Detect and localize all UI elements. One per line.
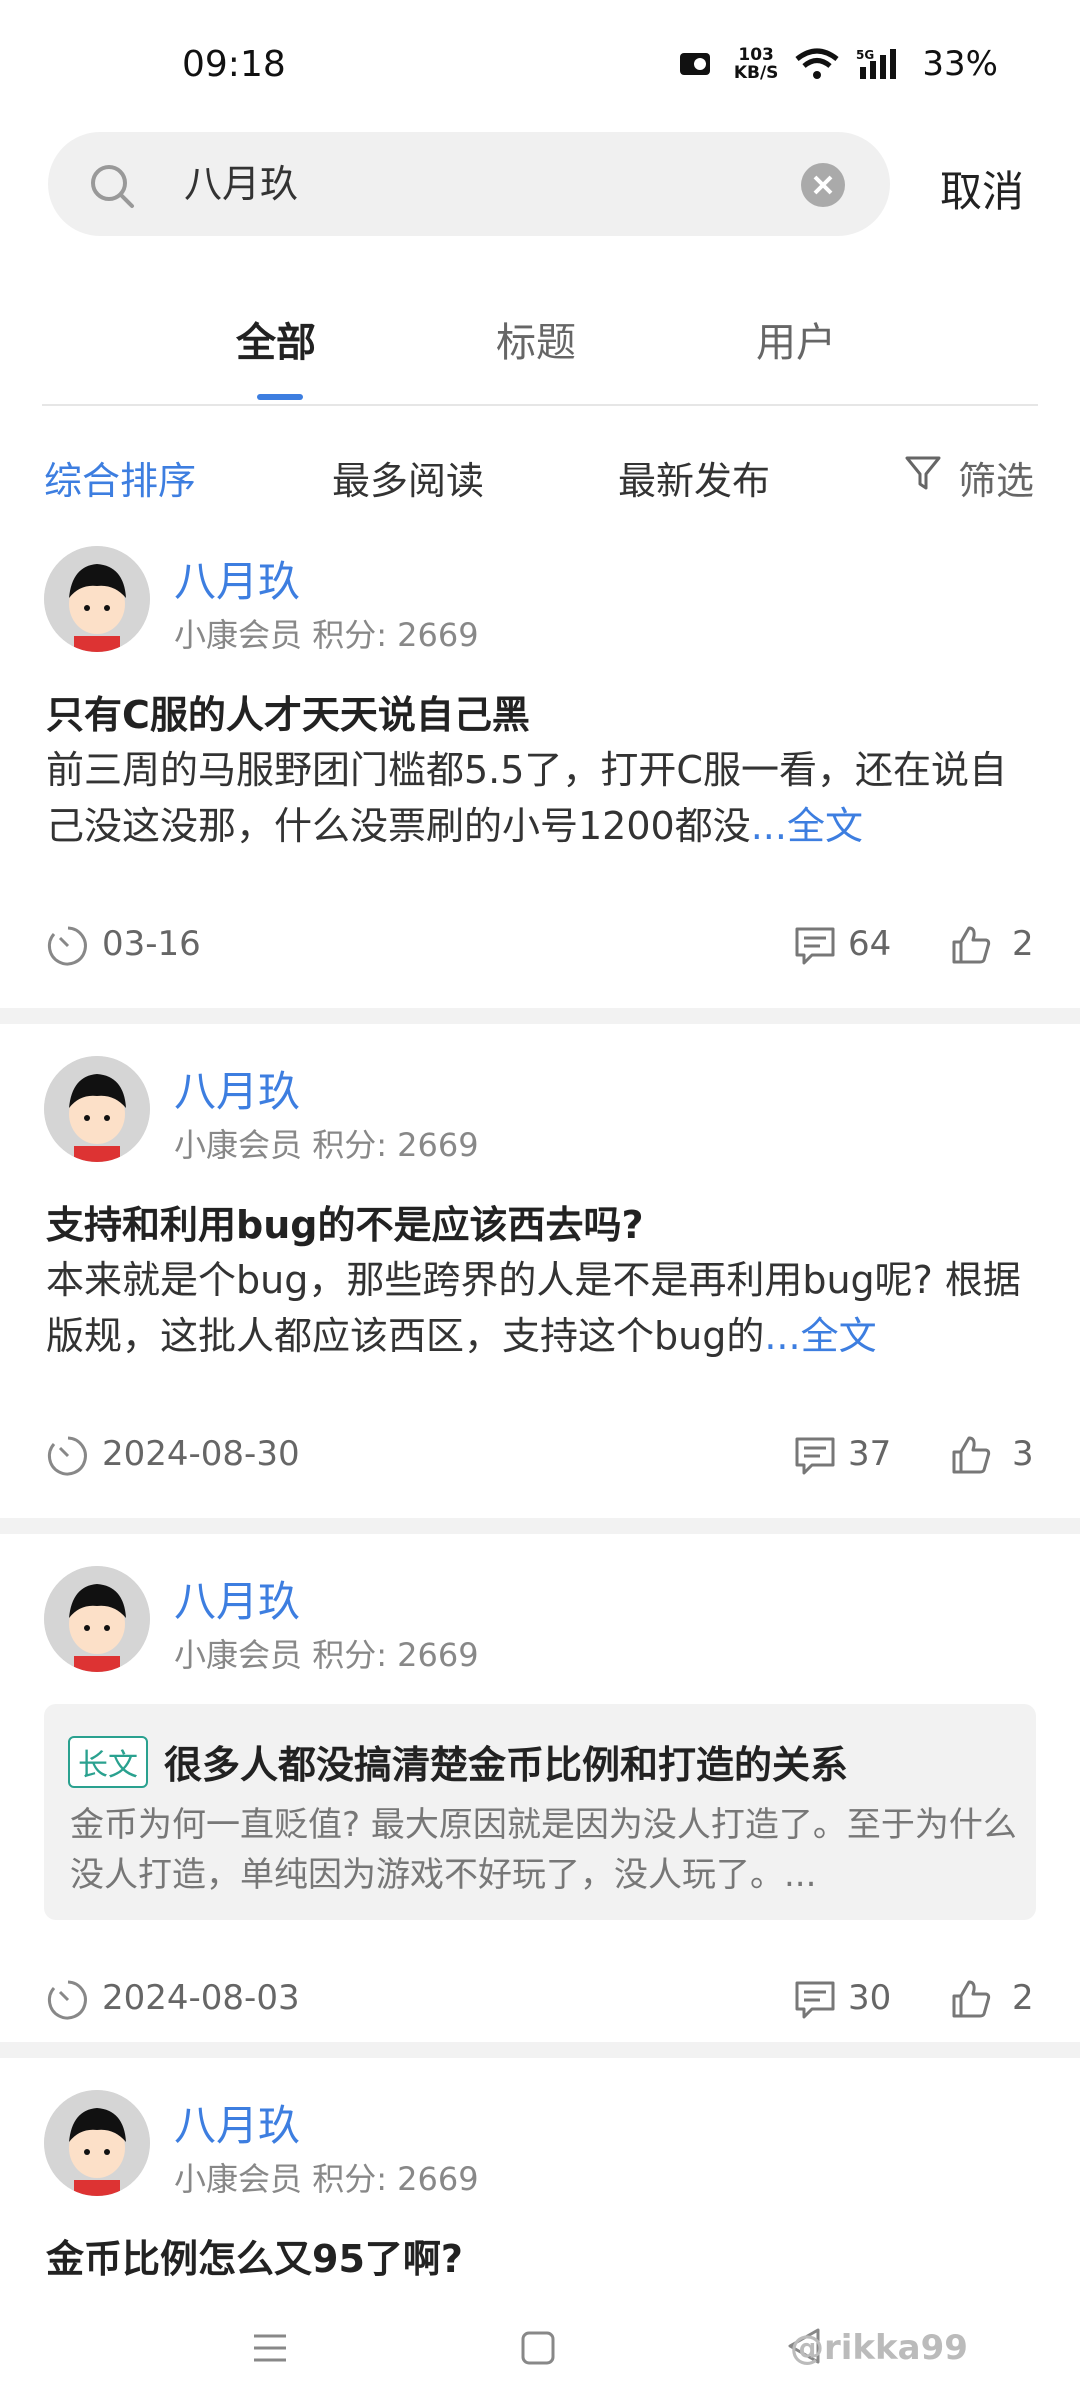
clock-icon — [47, 1436, 87, 1476]
comment-count: 30 — [848, 1978, 892, 2018]
comment-count: 64 — [848, 924, 892, 964]
like-icon[interactable] — [950, 1434, 992, 1476]
avatar[interactable] — [44, 546, 150, 652]
battery-level: 33% — [922, 44, 998, 84]
post-title[interactable]: 只有C服的人才天天说自己黑 — [46, 684, 530, 739]
post-item[interactable]: 八月玖 小康会员 积分: 2669 只有C服的人才天天说自己黑 前三周的马服野团… — [0, 546, 1080, 1010]
username[interactable]: 八月玖 — [174, 1568, 300, 1629]
post-item[interactable]: 八月玖 小康会员 积分: 2669 金币比例怎么又95了啊? — [0, 2090, 1080, 2290]
search-row: 取消 — [48, 132, 1048, 240]
divider — [0, 1518, 1080, 1534]
navigation-bar: @rikka99 — [0, 2290, 1080, 2400]
avatar[interactable] — [44, 1566, 150, 1672]
read-more-link[interactable]: ...全文 — [751, 804, 863, 848]
sort-most-read[interactable]: 最多阅读 — [332, 450, 484, 505]
user-meta: 小康会员 积分: 2669 — [174, 2160, 479, 2198]
user-meta: 小康会员 积分: 2669 — [174, 616, 479, 654]
status-time: 09:18 — [182, 44, 286, 85]
post-title: 很多人都没搞清楚金币比例和打造的关系 — [164, 1743, 849, 1787]
post-footer: 03-16 64 2 — [46, 916, 1036, 976]
post-title[interactable]: 金币比例怎么又95了啊? — [46, 2228, 463, 2283]
clear-icon[interactable] — [800, 162, 846, 208]
long-article-badge: 长文 — [68, 1736, 148, 1788]
like-icon[interactable] — [950, 1978, 992, 2020]
username[interactable]: 八月玖 — [174, 1058, 300, 1119]
divider — [0, 1008, 1080, 1024]
svg-text:5G: 5G — [856, 48, 874, 62]
user-meta: 小康会员 积分: 2669 — [174, 1636, 479, 1674]
sort-row: 综合排序 最多阅读 最新发布 筛选 — [0, 440, 1080, 510]
like-count: 3 — [1012, 1434, 1034, 1474]
tab-all[interactable]: 全部 — [236, 310, 316, 368]
user-meta: 小康会员 积分: 2669 — [174, 1126, 479, 1164]
clock-icon — [47, 1980, 87, 2020]
tab-title[interactable]: 标题 — [496, 310, 576, 368]
comment-icon[interactable] — [794, 926, 836, 966]
status-bar: 09:18 103 KB/S 5G 33% — [0, 0, 1080, 130]
search-box[interactable] — [48, 132, 890, 236]
divider — [42, 404, 1038, 406]
signal-icon: 5G — [856, 48, 897, 79]
avatar[interactable] — [44, 1056, 150, 1162]
clock-icon — [47, 926, 87, 966]
username[interactable]: 八月玖 — [174, 548, 300, 609]
filter-button[interactable]: 筛选 — [958, 450, 1034, 505]
nfc-icon — [679, 53, 710, 75]
tab-user[interactable]: 用户 — [756, 310, 836, 368]
post-footer: 2024-08-30 37 3 — [46, 1426, 1036, 1486]
comment-icon[interactable] — [794, 1436, 836, 1476]
post-body[interactable]: 前三周的马服野团门槛都5.5了，打开C服一看，还在说自己没这没那，什么没票刷的小… — [46, 742, 1036, 854]
post-title[interactable]: 支持和利用bug的不是应该西去吗? — [46, 1194, 644, 1249]
cancel-button[interactable]: 取消 — [940, 158, 1024, 219]
watermark: @rikka99 — [790, 2328, 968, 2368]
comment-icon[interactable] — [794, 1980, 836, 2020]
post-summary: 金币为何一直贬值? 最大原因就是因为没人打造了。至于为什么没人打造，单纯因为游戏… — [70, 1805, 1017, 1895]
search-icon — [91, 165, 134, 208]
net-speed: 103 KB/S — [733, 45, 779, 83]
comment-count: 37 — [848, 1434, 892, 1474]
username[interactable]: 八月玖 — [174, 2092, 300, 2153]
like-count: 2 — [1012, 924, 1034, 964]
post-footer: 2024-08-03 30 2 — [46, 1970, 1036, 2030]
sort-newest[interactable]: 最新发布 — [618, 450, 770, 505]
tab-bar: 全部 标题 用户 — [0, 290, 1080, 406]
post-date: 03-16 — [102, 924, 201, 964]
wifi-icon — [795, 48, 839, 79]
post-body[interactable]: 本来就是个bug，那些跨界的人是不是再利用bug呢? 根据版规，这批人都应该西区… — [46, 1252, 1036, 1364]
like-count: 2 — [1012, 1978, 1034, 2018]
home-icon[interactable] — [520, 2330, 556, 2366]
post-item[interactable]: 八月玖 小康会员 积分: 2669 长文 很多人都没搞清楚金币比例和打造的关系 … — [0, 1566, 1080, 2040]
post-item[interactable]: 八月玖 小康会员 积分: 2669 支持和利用bug的不是应该西去吗? 本来就是… — [0, 1056, 1080, 1520]
like-icon[interactable] — [950, 924, 992, 966]
sort-comprehensive[interactable]: 综合排序 — [44, 450, 196, 505]
read-more-link[interactable]: ...全文 — [764, 1314, 876, 1358]
long-article-card[interactable]: 长文 很多人都没搞清楚金币比例和打造的关系 金币为何一直贬值? 最大原因就是因为… — [44, 1704, 1036, 1920]
tab-indicator — [257, 394, 303, 400]
status-icons: 103 KB/S 5G 33% — [678, 44, 998, 84]
avatar[interactable] — [44, 2090, 150, 2196]
search-input[interactable] — [184, 158, 784, 202]
post-date: 2024-08-30 — [102, 1434, 300, 1474]
menu-icon[interactable] — [252, 2330, 288, 2366]
post-date: 2024-08-03 — [102, 1978, 300, 2018]
divider — [0, 2042, 1080, 2058]
filter-icon[interactable] — [904, 454, 942, 492]
